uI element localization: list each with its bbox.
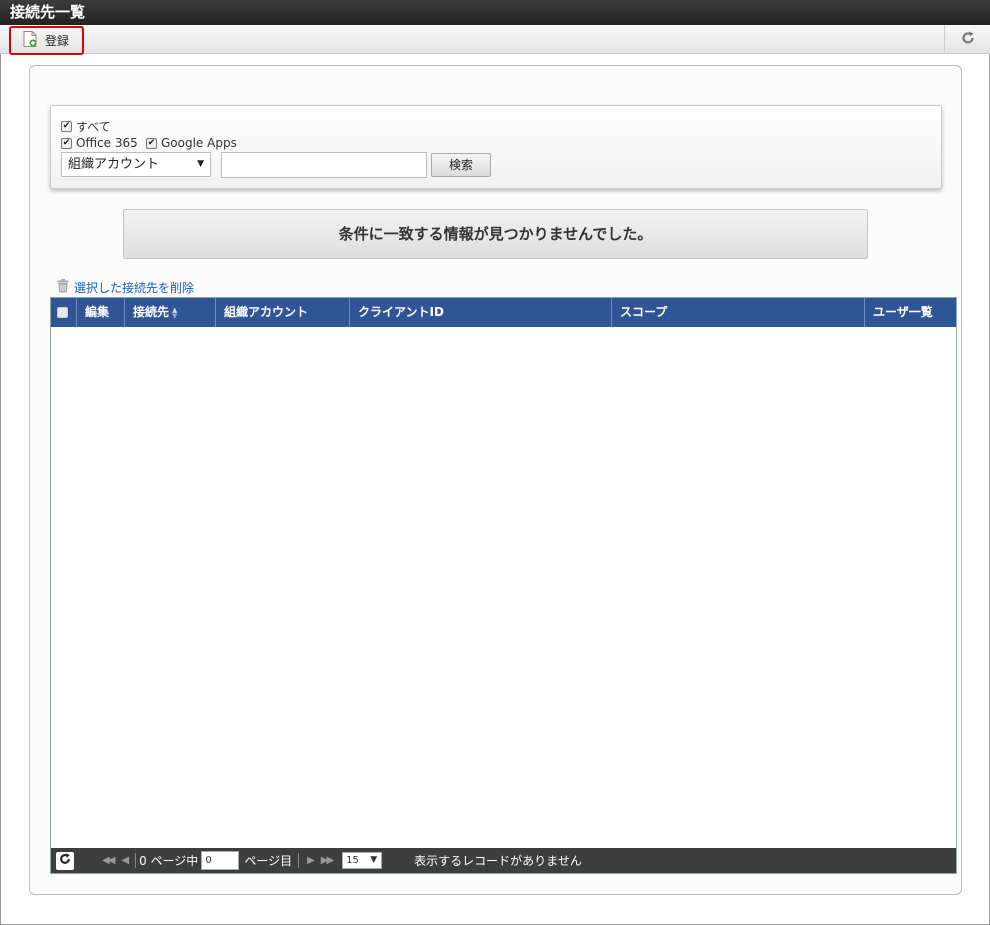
filter-office365[interactable]: ✔ Office 365 [61,136,138,150]
prev-page-icon[interactable]: ◀ [121,855,129,866]
pager-status: 表示するレコードがありません [414,854,582,868]
filter-all[interactable]: ✔ すべて [61,118,111,135]
filter-all-label: すべて [76,120,111,134]
column-connection-label: 接続先 [133,305,170,319]
filter-google-apps-checkbox[interactable]: ✔ [146,137,157,149]
register-label: 登録 [45,34,70,48]
page-count-text: 0 ページ中 [139,854,199,868]
page-suffix-text: ページ目 [244,854,293,868]
delete-selected-label: 選択した接続先を削除 [74,281,195,295]
column-org-account[interactable]: 組織アカウント [216,298,350,327]
search-button[interactable]: 検索 [431,153,491,177]
chevron-down-icon: ▼ [370,855,378,865]
search-field-select-value: 組織アカウント [68,157,160,172]
next-page-icon[interactable]: ▶ [307,855,315,866]
chevron-down-icon: ▼ [197,159,204,169]
filter-office365-label: Office 365 [76,136,138,150]
page-number-input[interactable]: 0 [201,851,240,870]
filter-office365-checkbox[interactable]: ✔ [61,137,72,149]
filter-all-checkbox[interactable]: ✔ [61,121,72,132]
column-client-id[interactable]: クライアントID [350,298,612,327]
delete-selected-link[interactable]: 選択した接続先を削除 [57,279,194,296]
pager-refresh-button[interactable] [56,851,74,870]
table-header: 編集 接続先 ▲ ▼ 組織アカウント クライアントID スコープ ユーザ一覧 [51,298,956,327]
first-page-icon[interactable]: ◀◀ [102,855,115,866]
new-document-icon [23,31,37,50]
trash-icon [57,279,69,296]
pager-divider [135,853,137,868]
no-results-message: 条件に一致する情報が見つかりませんでした。 [123,209,868,259]
filter-google-apps[interactable]: ✔ Google Apps [146,136,237,150]
select-all-checkbox[interactable] [57,307,68,318]
column-edit: 編集 [77,298,125,327]
select-all-column [51,298,77,327]
pager-divider [298,853,300,868]
register-button[interactable]: 登録 [9,26,84,55]
column-scope[interactable]: スコープ [612,298,865,327]
search-input[interactable] [221,152,427,178]
search-panel: ✔ すべて ✔ Office 365 ✔ Google Apps 組織アカウント… [50,105,942,189]
connections-table: 編集 接続先 ▲ ▼ 組織アカウント クライアントID スコープ ユーザ一覧 ◀◀… [50,297,957,874]
refresh-icon [961,31,975,48]
rows-per-page-select[interactable]: 15 ▼ [342,852,383,869]
filter-google-apps-label: Google Apps [161,136,237,150]
column-user-list[interactable]: ユーザ一覧 [865,298,956,327]
rows-per-page-value: 15 [346,855,359,866]
search-field-select[interactable]: 組織アカウント ▼ [61,152,211,177]
last-page-icon[interactable]: ▶▶ [321,855,334,866]
toolbar: 登録 [0,25,990,55]
refresh-icon [59,853,71,868]
pager: ◀◀ ◀ 0 ページ中 0 ページ目 ▶ ▶▶ 15 ▼ 表示するレコードがあり… [51,848,956,873]
refresh-button[interactable] [944,25,990,53]
sort-icon: ▲ ▼ [172,305,178,320]
window-title: 接続先一覧 [0,0,990,25]
column-connection[interactable]: 接続先 ▲ ▼ [125,298,216,327]
